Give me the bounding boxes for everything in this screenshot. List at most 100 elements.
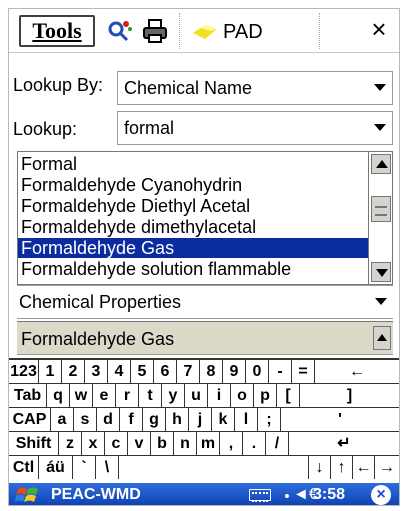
key-l[interactable]: l xyxy=(235,408,258,431)
key-j[interactable]: j xyxy=(189,408,212,431)
list-item[interactable]: Formaldehyde Cyanohydrin xyxy=(18,175,368,195)
arrow-left-key[interactable]: ← xyxy=(353,456,375,479)
key-i[interactable]: i xyxy=(208,384,231,407)
key-7[interactable]: 7 xyxy=(177,360,200,383)
lookup-by-select[interactable]: Chemical Name xyxy=(117,71,393,105)
key-0[interactable]: 0 xyxy=(246,360,269,383)
list-item[interactable]: Formaldehyde solution flammable xyxy=(18,259,368,279)
properties-value: Chemical Properties xyxy=(19,292,182,312)
key-period[interactable]: . xyxy=(243,432,266,455)
key-slash[interactable]: / xyxy=(266,432,289,455)
toolbar-separator xyxy=(179,13,180,49)
key-m[interactable]: m xyxy=(197,432,220,455)
toolbar: Tools PAD × xyxy=(9,9,399,53)
results-scrollbar[interactable] xyxy=(368,152,392,284)
key-5[interactable]: 5 xyxy=(131,360,154,383)
key-f[interactable]: f xyxy=(120,408,143,431)
taskbar: PEAC-WMD ◄€ 3:58 × xyxy=(9,483,399,505)
key-shift[interactable]: Shift xyxy=(9,432,59,455)
key-s[interactable]: s xyxy=(74,408,97,431)
key-b[interactable]: b xyxy=(151,432,174,455)
list-item[interactable]: Formaldehyde Diethyl Acetal xyxy=(18,196,368,216)
list-item[interactable]: Formal xyxy=(18,154,368,174)
key-u[interactable]: u xyxy=(185,384,208,407)
key-y[interactable]: y xyxy=(162,384,185,407)
key-8[interactable]: 8 xyxy=(200,360,223,383)
pad-label[interactable]: PAD xyxy=(223,21,263,44)
clock[interactable]: 3:58 xyxy=(313,486,345,504)
key-minus[interactable]: - xyxy=(269,360,292,383)
key-comma[interactable]: , xyxy=(220,432,243,455)
key-6[interactable]: 6 xyxy=(154,360,177,383)
key-2[interactable]: 2 xyxy=(62,360,85,383)
detail-title: Formaldehyde Gas xyxy=(21,329,175,349)
key-accents[interactable]: áü xyxy=(39,456,73,479)
key-w[interactable]: w xyxy=(70,384,93,407)
scroll-down-icon[interactable] xyxy=(371,262,391,282)
key-semicolon[interactable]: ; xyxy=(258,408,281,431)
status-dot-icon xyxy=(285,494,289,498)
chevron-down-icon xyxy=(374,124,386,131)
results-list[interactable]: Formal Formaldehyde Cyanohydrin Formalde… xyxy=(17,151,393,285)
properties-select[interactable]: Chemical Properties xyxy=(17,285,393,319)
key-equals[interactable]: = xyxy=(292,360,315,383)
keyboard-row-home: CAP a s d f g h j k l ; ' xyxy=(9,408,399,432)
scroll-up-icon[interactable] xyxy=(371,154,391,174)
key-v[interactable]: v xyxy=(128,432,151,455)
key-n[interactable]: n xyxy=(174,432,197,455)
key-r[interactable]: r xyxy=(116,384,139,407)
key-p[interactable]: p xyxy=(254,384,277,407)
close-button[interactable]: × xyxy=(365,15,393,43)
keyboard-row-bottom: Ctl áü ` \ ↓ ↑ ← → xyxy=(9,456,399,480)
printer-icon[interactable] xyxy=(141,17,169,45)
key-c[interactable]: c xyxy=(105,432,128,455)
key-t[interactable]: t xyxy=(139,384,162,407)
key-apostrophe[interactable]: ' xyxy=(281,408,399,431)
taskbar-close-button[interactable]: × xyxy=(371,485,391,505)
backspace-key[interactable]: ← xyxy=(315,360,399,383)
space-key[interactable] xyxy=(119,456,309,479)
key-q[interactable]: q xyxy=(47,384,70,407)
toolbar-separator xyxy=(319,13,320,49)
tools-menu-button[interactable]: Tools xyxy=(19,15,95,47)
key-3[interactable]: 3 xyxy=(85,360,108,383)
key-backslash[interactable]: \ xyxy=(96,456,119,479)
key-tab[interactable]: Tab xyxy=(9,384,47,407)
scroll-thumb[interactable] xyxy=(371,196,391,222)
windows-start-icon[interactable] xyxy=(15,485,41,505)
key-ctl[interactable]: Ctl xyxy=(9,456,39,479)
enter-key[interactable]: ↵ xyxy=(289,432,399,455)
key-d[interactable]: d xyxy=(97,408,120,431)
lookup-value: formal xyxy=(124,118,175,138)
keyboard-row-qwerty: Tab q w e r t y u i o p [ ] xyxy=(9,384,399,408)
arrow-up-key[interactable]: ↑ xyxy=(331,456,353,479)
detail-pane: Formaldehyde Gas xyxy=(17,321,393,355)
key-1[interactable]: 1 xyxy=(39,360,62,383)
key-a[interactable]: a xyxy=(51,408,74,431)
key-9[interactable]: 9 xyxy=(223,360,246,383)
key-e[interactable]: e xyxy=(93,384,116,407)
device-screen: Tools PAD × Lookup By: Chemical Name Loo… xyxy=(8,8,400,506)
key-k[interactable]: k xyxy=(212,408,235,431)
arrow-down-key[interactable]: ↓ xyxy=(309,456,331,479)
scroll-up-icon[interactable] xyxy=(373,326,391,350)
key-z[interactable]: z xyxy=(59,432,82,455)
key-h[interactable]: h xyxy=(166,408,189,431)
key-123[interactable]: 123 xyxy=(9,360,39,383)
list-item-selected[interactable]: Formaldehyde Gas xyxy=(18,238,368,258)
search-icon[interactable] xyxy=(105,17,133,45)
key-x[interactable]: x xyxy=(82,432,105,455)
lookup-input[interactable]: formal xyxy=(117,111,393,145)
lookup-by-value: Chemical Name xyxy=(124,78,253,98)
key-backtick[interactable]: ` xyxy=(73,456,96,479)
arrow-right-key[interactable]: → xyxy=(375,456,399,479)
key-g[interactable]: g xyxy=(143,408,166,431)
key-4[interactable]: 4 xyxy=(108,360,131,383)
key-open-bracket[interactable]: [ xyxy=(277,384,300,407)
list-item[interactable]: Formaldehyde dimethylacetal xyxy=(18,217,368,237)
key-o[interactable]: o xyxy=(231,384,254,407)
keyboard-icon[interactable] xyxy=(249,489,271,502)
key-close-bracket[interactable]: ] xyxy=(300,384,399,407)
pad-icon[interactable] xyxy=(191,17,219,45)
key-caps[interactable]: CAP xyxy=(9,408,51,431)
